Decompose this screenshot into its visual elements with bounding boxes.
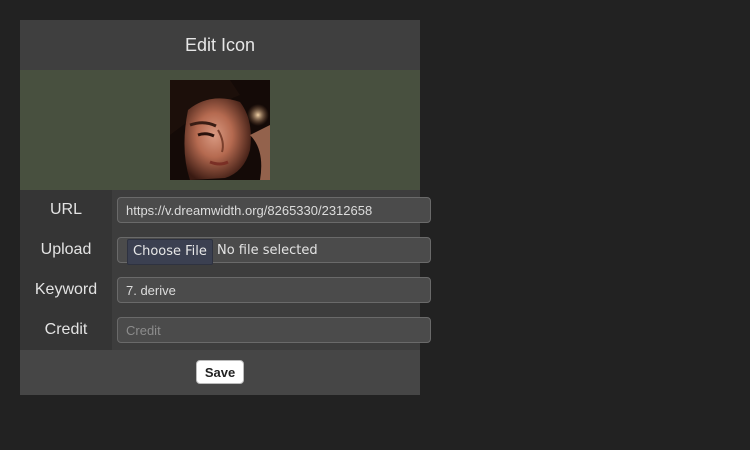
choose-file-button[interactable]: Choose File xyxy=(127,239,213,265)
keyword-label: Keyword xyxy=(20,270,112,310)
url-input[interactable] xyxy=(117,197,431,223)
save-button[interactable]: Save xyxy=(196,360,244,384)
edit-icon-dialog: Edit Icon URL https://v.dreamwidth.org/8… xyxy=(20,20,431,395)
icon-preview-area xyxy=(20,70,420,190)
upload-row: Upload Choose File No file selected xyxy=(20,230,431,270)
user-icon-photo xyxy=(170,80,270,180)
dialog-footer: Save xyxy=(20,350,420,395)
url-row: URL xyxy=(20,190,431,230)
dialog-title: Edit Icon xyxy=(20,20,420,70)
keyword-input[interactable] xyxy=(117,277,431,303)
icon-preview-image xyxy=(170,80,270,180)
credit-input[interactable] xyxy=(117,317,431,343)
url-label: URL xyxy=(20,190,112,230)
credit-row: Credit xyxy=(20,310,431,350)
file-upload-field[interactable]: Choose File No file selected xyxy=(117,237,431,265)
credit-label: Credit xyxy=(20,310,112,350)
keyword-row: Keyword xyxy=(20,270,431,310)
upload-label: Upload xyxy=(20,230,112,270)
file-status-text: No file selected xyxy=(217,243,318,258)
